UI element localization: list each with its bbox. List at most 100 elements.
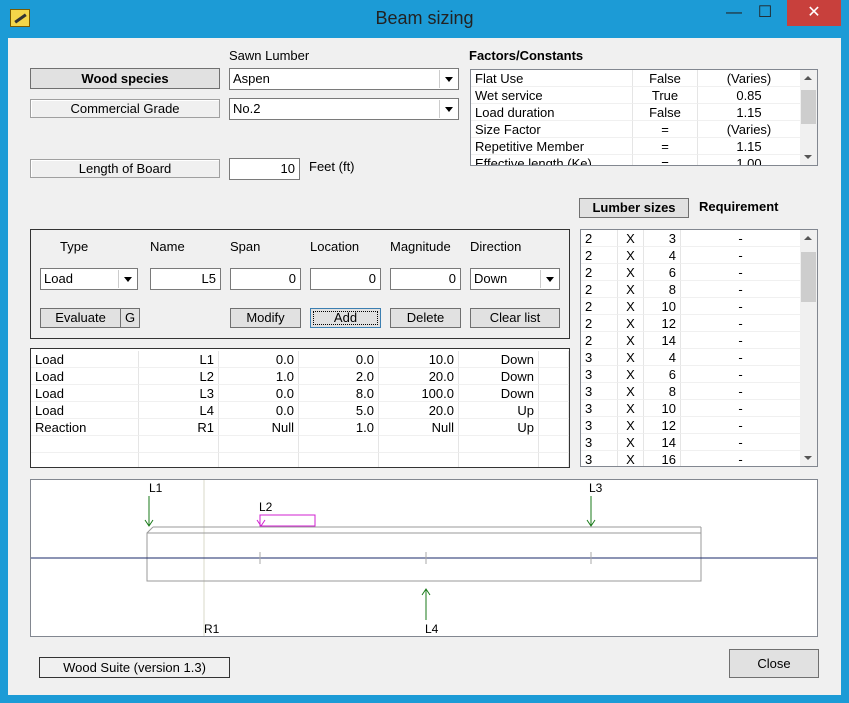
scroll-down-icon[interactable]: [800, 148, 817, 165]
lumber-cell: 3: [581, 366, 618, 383]
lumber-row[interactable]: 2 X 14-: [581, 332, 801, 349]
load-cell: L4: [139, 402, 219, 419]
load-cell: Null: [379, 419, 459, 436]
lumber-cell: -: [681, 417, 801, 434]
lumber-cell: 4: [644, 247, 681, 264]
wood-species-button[interactable]: Wood species: [30, 68, 220, 89]
lumber-row[interactable]: 3 X 16-: [581, 451, 801, 466]
scroll-up-icon[interactable]: [800, 230, 817, 247]
table-row[interactable]: Load L1 0.0 0.0 10.0 Down: [31, 351, 569, 368]
clear-list-button[interactable]: Clear list: [470, 308, 560, 328]
name-input[interactable]: L5: [150, 268, 221, 290]
table-row[interactable]: Load L4 0.0 5.0 20.0 Up: [31, 402, 569, 419]
factor-cell: 1.00: [698, 155, 801, 165]
evaluate-button[interactable]: Evaluate: [40, 308, 121, 328]
table-row[interactable]: [31, 436, 569, 453]
length-input[interactable]: 10: [229, 158, 300, 180]
lumber-row[interactable]: 2X8-: [581, 281, 801, 298]
load-cell: [539, 402, 569, 419]
grade-value: No.2: [233, 101, 261, 116]
lumber-row[interactable]: 2 X 12-: [581, 315, 801, 332]
loads-table[interactable]: Load L1 0.0 0.0 10.0 Down Load L2 1.0 2.0 20.0 Down…: [30, 348, 570, 468]
lumber-row[interactable]: 2X4-: [581, 247, 801, 264]
factor-row[interactable]: Repetitive Member = 1.15: [471, 138, 801, 155]
type-select[interactable]: Load: [40, 268, 138, 290]
lumber-cell: 10: [644, 400, 681, 417]
load-cell: [299, 436, 379, 453]
lumber-cell: X: [618, 366, 644, 383]
scroll-thumb[interactable]: [801, 90, 816, 124]
close-button[interactable]: Close: [729, 649, 819, 678]
g-button[interactable]: G: [120, 308, 140, 328]
lumber-row[interactable]: 3 X 14-: [581, 434, 801, 451]
factor-cell: =: [633, 121, 698, 138]
title-bar[interactable]: Beam sizing — ☐ ✕: [0, 0, 849, 36]
factor-row[interactable]: Flat Use False (Varies): [471, 70, 801, 87]
lumber-row[interactable]: 3X8-: [581, 383, 801, 400]
lumber-row[interactable]: 3 X 12-: [581, 417, 801, 434]
load-entry-group: Type Name Span Location Magnitude Direct…: [30, 229, 570, 339]
lumber-row[interactable]: 2X3-: [581, 230, 801, 247]
factor-row[interactable]: Wet service True 0.85: [471, 87, 801, 104]
lumber-row[interactable]: 3X4-: [581, 349, 801, 366]
lumber-cell: 3: [644, 230, 681, 247]
lumber-row[interactable]: 2 X 10-: [581, 298, 801, 315]
load-cell: Load: [31, 368, 139, 385]
l1-label: L1: [149, 481, 163, 495]
factor-row[interactable]: Load duration False 1.15: [471, 104, 801, 121]
scroll-down-icon[interactable]: [800, 449, 817, 466]
lumber-row[interactable]: 2X6-: [581, 264, 801, 281]
lumber-sizes-button[interactable]: Lumber sizes: [579, 198, 689, 218]
l2-arrowhead: [256, 519, 266, 527]
maximize-button[interactable]: ☐: [745, 0, 785, 26]
direction-select[interactable]: Down: [470, 268, 560, 290]
chevron-down-icon[interactable]: [439, 70, 457, 88]
factor-cell: 1.15: [698, 104, 801, 121]
factors-scrollbar[interactable]: [800, 70, 817, 165]
lumber-sizes-table[interactable]: 2 X 3-2 X 4-2 X 6-2 X 8-2 X 10-2 X 12-2 X 14-3 X 4-3 X 6-3…: [580, 229, 818, 467]
load-cell: [539, 419, 569, 436]
span-input[interactable]: 0: [230, 268, 301, 290]
load-cell: Load: [31, 385, 139, 402]
factor-row[interactable]: Effective length (Ke) = 1.00: [471, 155, 801, 165]
lumber-cell: 16: [644, 451, 681, 466]
load-cell: 0.0: [219, 402, 299, 419]
delete-button[interactable]: Delete: [390, 308, 461, 328]
commercial-grade-label: Commercial Grade: [30, 99, 220, 118]
table-row[interactable]: [31, 453, 569, 467]
load-cell: 100.0: [379, 385, 459, 402]
lumber-cell: 2: [581, 264, 618, 281]
lumber-cell: X: [618, 451, 644, 466]
lumber-cell: 3: [581, 451, 618, 466]
load-cell: 5.0: [299, 402, 379, 419]
chevron-down-icon[interactable]: [439, 100, 457, 118]
table-row[interactable]: Load L3 0.0 8.0 100.0 Down: [31, 385, 569, 402]
chevron-down-icon[interactable]: [118, 270, 136, 288]
table-row[interactable]: Load L2 1.0 2.0 20.0 Down: [31, 368, 569, 385]
location-input[interactable]: 0: [310, 268, 381, 290]
add-button[interactable]: Add: [310, 308, 381, 328]
lumber-scrollbar[interactable]: [800, 230, 817, 466]
species-select[interactable]: Aspen: [229, 68, 459, 90]
scroll-thumb[interactable]: [801, 252, 816, 302]
lumber-cell: -: [681, 349, 801, 366]
scroll-up-icon[interactable]: [800, 70, 817, 87]
modify-button[interactable]: Modify: [230, 308, 301, 328]
load-cell: 0.0: [219, 351, 299, 368]
lumber-cell: X: [618, 315, 644, 332]
factor-row[interactable]: Size Factor = (Varies): [471, 121, 801, 138]
lumber-row[interactable]: 3 X 10-: [581, 400, 801, 417]
factor-cell: 1.15: [698, 138, 801, 155]
lumber-cell: X: [618, 298, 644, 315]
factor-cell: 0.85: [698, 87, 801, 104]
load-cell: 0.0: [219, 385, 299, 402]
chevron-down-icon[interactable]: [540, 270, 558, 288]
factors-table[interactable]: Flat Use False (Varies) Wet service True 0.85…: [470, 69, 818, 166]
close-window-button[interactable]: ✕: [787, 0, 841, 26]
lumber-cell: 2: [581, 315, 618, 332]
lumber-row[interactable]: 3X6-: [581, 366, 801, 383]
grade-select[interactable]: No.2: [229, 98, 459, 120]
load-cell: [459, 453, 539, 467]
table-row[interactable]: Reaction R1 Null 1.0 Null Up: [31, 419, 569, 436]
magnitude-input[interactable]: 0: [390, 268, 461, 290]
